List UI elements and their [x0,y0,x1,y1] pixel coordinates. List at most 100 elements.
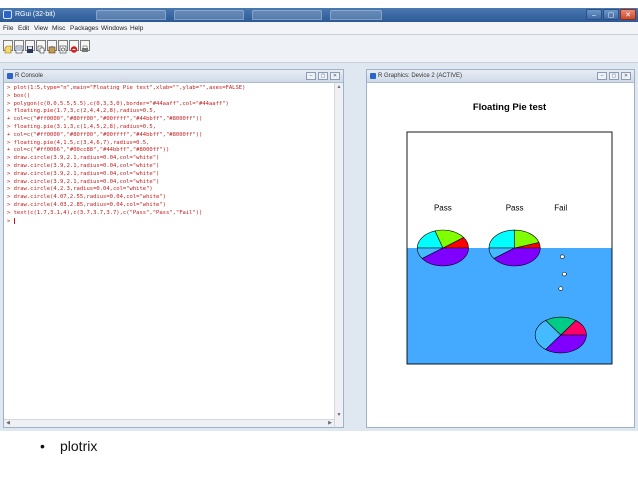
menu-misc[interactable]: Misc [52,23,65,34]
open-script-icon[interactable] [3,40,13,54]
toolbar [0,35,638,63]
console-command: col=c("#ff0066","#00cc88","#44bbff","#80… [13,147,170,154]
console-command: col=c("#ff0000","#80ff00","#00ffff","#44… [13,131,203,138]
minimize-button[interactable]: – [586,9,602,20]
scroll-left-icon[interactable]: ◀ [5,420,11,427]
scroll-up-icon[interactable]: ▲ [336,84,342,90]
console-command: plot(1:5,type="n",main="Floating Pie tes… [13,85,246,91]
vertical-scrollbar[interactable]: ▲ ▼ [334,83,343,427]
pie-label: Fail [554,203,567,212]
console-line: + col=c("#ff0066","#00cc88","#44bbff","#… [7,147,329,155]
console-prompt: > [7,85,11,91]
stop-icon[interactable] [69,40,79,53]
paste-icon[interactable] [47,40,57,54]
r-graphics-title-bar[interactable]: R Graphics: Device 2 (ACTIVE) – ▢ ✕ [367,70,634,83]
menu-help[interactable]: Help [130,23,143,34]
close-button[interactable]: ✕ [620,9,636,20]
maximize-button[interactable]: ▢ [318,72,328,80]
console-line: > draw.circle(4.07,2.55,radius=0.04,col=… [7,194,329,202]
console-line: > draw.circle(3.9,2.1,radius=0.04,col="w… [7,163,329,171]
console-line: > floating.pie(1.7,3,c(2,4,4,2,8),radius… [7,108,329,116]
menu-view[interactable]: View [34,23,48,34]
console-prompt: > [7,209,11,216]
r-console-window[interactable]: R Console – ▢ ✕ > plot(1:5,type="n",main… [3,69,344,428]
console-prompt: > [7,139,11,146]
r-console-title: R Console [15,73,44,79]
console-line: > plot(1:5,type="n",main="Floating Pie t… [7,85,329,93]
console-command: draw.circle(3.9,2.1,radius=0.04,col="whi… [13,170,160,177]
app-title: RGui (32-bit) [15,11,56,18]
console-line: > polygon(c(0,0,5.5,5.5),c(0,3,3,0),bord… [7,101,329,109]
menu-packages[interactable]: Packages [70,23,99,34]
console-command: polygon(c(0,0,5.5,5.5),c(0,3,3,0),border… [13,100,229,107]
console-line: > draw.circle(3.9,2.1,radius=0.04,col="w… [7,171,329,179]
save-workspace-icon[interactable] [25,40,35,53]
menu-bar: File Edit View Misc Packages Windows Hel… [0,22,638,35]
console-line: > draw.circle(3.9,2.1,radius=0.04,col="w… [7,155,329,163]
console-line: > box() [7,93,329,101]
console-prompt: > [7,108,11,115]
close-button[interactable]: ✕ [330,72,340,80]
console-command: col=c("#ff0000","#80ff00","#00ffff","#44… [13,116,203,123]
background-window-tab[interactable] [174,10,244,20]
console-prompt: > [7,201,11,208]
console-prompt: > [7,218,11,225]
maximize-button[interactable]: ▢ [609,72,619,80]
console-prompt: + [7,147,11,154]
text-cursor [13,217,15,224]
console-command: draw.circle(4.03,2.85,radius=0.04,col="w… [13,201,166,208]
r-logo-icon [370,73,376,79]
console-prompt: > [7,170,11,177]
copy-paste-icon[interactable] [58,40,68,54]
bullet-icon: • [40,438,45,454]
r-graphics-window[interactable]: R Graphics: Device 2 (ACTIVE) – ▢ ✕ Floa… [366,69,635,428]
scroll-right-icon[interactable]: ▶ [327,420,333,427]
horizontal-scrollbar[interactable]: ◀ ▶ [4,419,334,427]
copy-icon[interactable] [36,40,46,54]
pie-label: Pass [434,203,452,212]
console-command: draw.circle(3.9,2.1,radius=0.04,col="whi… [13,155,160,162]
load-workspace-icon[interactable] [14,40,24,54]
menu-edit[interactable]: Edit [18,23,29,34]
screenshot: RGui (32-bit) – ▢ ✕ File Edit View Misc … [0,8,638,431]
console-line: > draw.circle(4.03,2.85,radius=0.04,col=… [7,202,329,210]
console-prompt: > [7,92,11,99]
slide-bullet-text: plotrix [60,438,98,454]
console-command: floating.pie(4,1.5,c(3,4,6,7),radius=0.5… [13,139,150,146]
print-icon[interactable] [80,40,90,52]
console-line: > floating.pie(4,1.5,c(3,4,6,7),radius=0… [7,140,329,148]
minimize-button[interactable]: – [306,72,316,80]
r-console-title-bar[interactable]: R Console – ▢ ✕ [4,70,343,83]
console-line: > floating.pie(3.1,3,c(1,4,5,2,8),radius… [7,124,329,132]
maximize-button[interactable]: ▢ [603,9,619,20]
floating-pie-plot: Floating Pie test Pass Pass Fail [406,102,613,365]
console-output[interactable]: > plot(1:5,type="n",main="Floating Pie t… [7,85,329,415]
console-command: text(c(1.7,3.1,4),c(3.7,3.7,3.7),c("Pass… [13,209,203,216]
console-command: draw.circle(4.07,2.55,radius=0.04,col="w… [13,194,166,201]
console-line: > draw.circle(4,2.3,radius=0.04,col="whi… [7,186,329,194]
air-bubble [561,271,567,277]
background-window-tab[interactable] [330,10,382,20]
console-command: floating.pie(1.7,3,c(2,4,4,2,8),radius=0… [13,108,157,115]
r-graphics-title: R Graphics: Device 2 (ACTIVE) [378,73,463,79]
background-window-tab[interactable] [252,10,322,20]
console-prompt: > [7,155,11,162]
scroll-down-icon[interactable]: ▼ [336,412,342,418]
close-button[interactable]: ✕ [621,72,631,80]
menu-file[interactable]: File [3,23,13,34]
chart-title: Floating Pie test [473,102,547,113]
console-prompt: > [7,178,11,185]
background-window-tab[interactable] [96,10,166,20]
menu-windows[interactable]: Windows [101,23,127,34]
console-prompt: + [7,131,11,138]
console-command: floating.pie(3.1,3,c(1,4,5,2,8),radius=0… [13,123,157,130]
app-title-bar: RGui (32-bit) – ▢ ✕ [0,8,638,22]
console-command: draw.circle(3.9,2.1,radius=0.04,col="whi… [13,162,160,169]
air-bubble [559,254,565,259]
console-line: > [7,217,329,226]
console-prompt: + [7,116,11,123]
console-prompt: > [7,186,11,193]
minimize-button[interactable]: – [597,72,607,80]
pie-slice [488,229,515,249]
console-prompt: > [7,123,11,130]
